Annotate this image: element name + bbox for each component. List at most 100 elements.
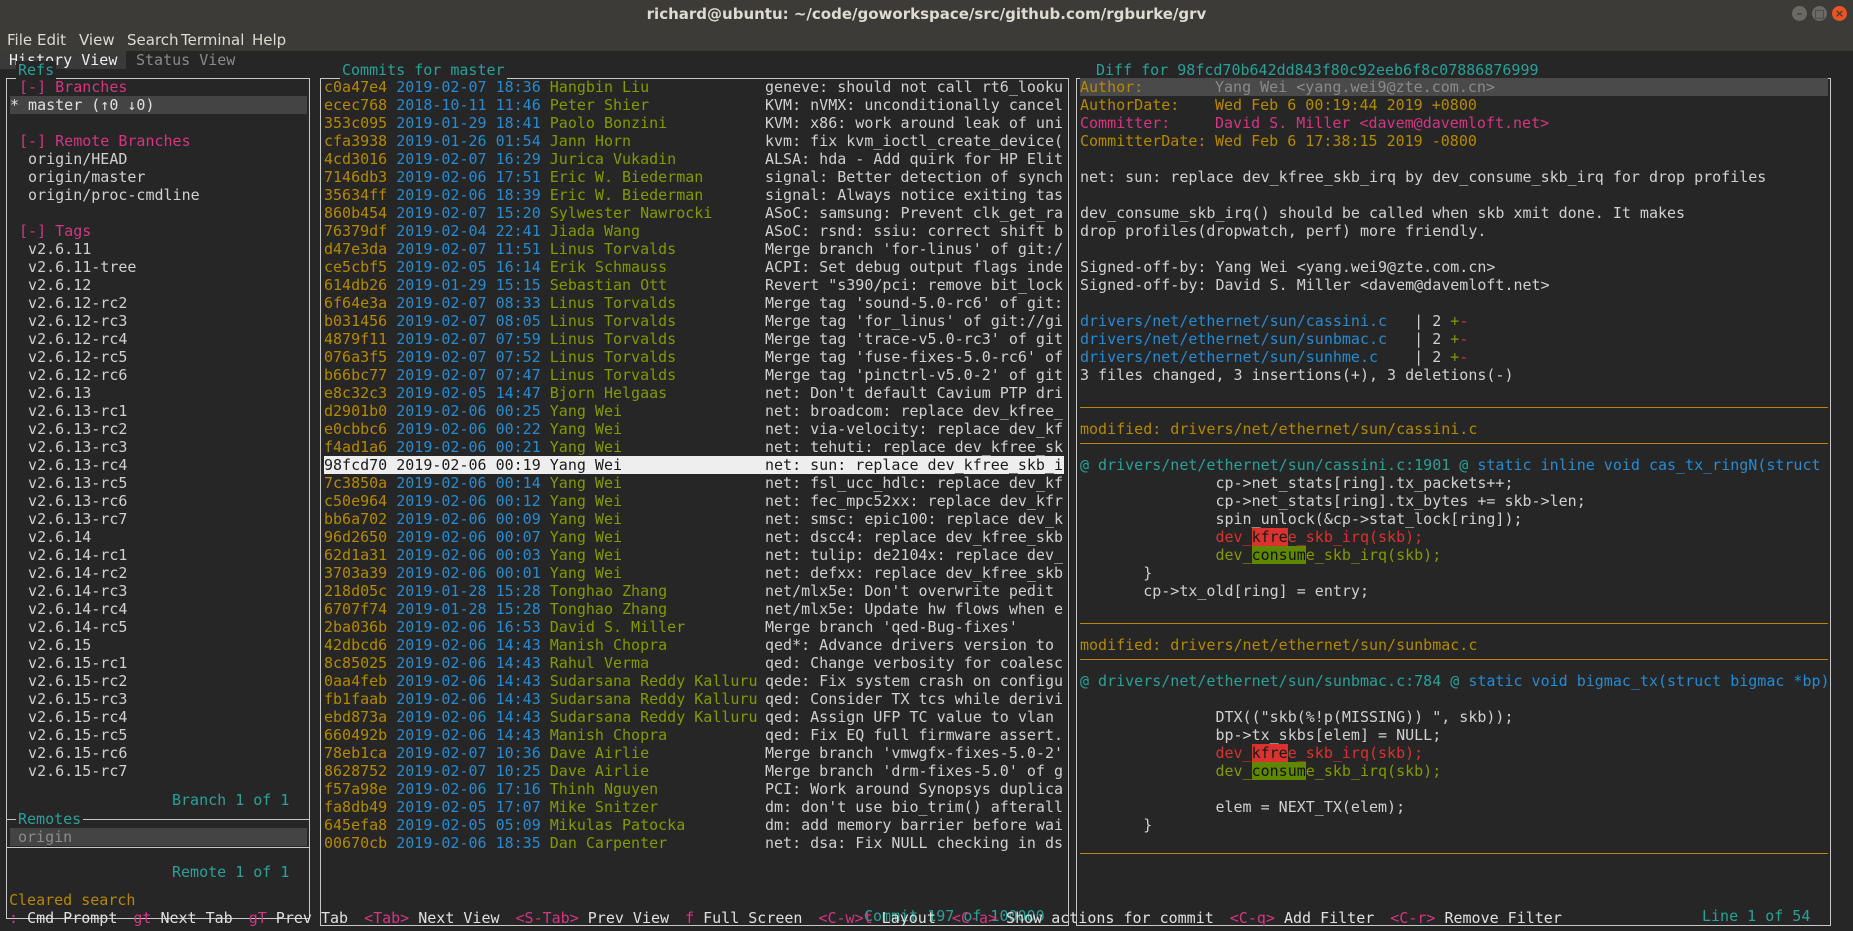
shortcut-item[interactable]: : Cmd Prompt xyxy=(9,909,117,927)
commit-row[interactable]: c50e964 2019-02-06 00:12 Yang Wei net: fe… xyxy=(324,492,1064,510)
commit-row[interactable]: e0cbbc6 2019-02-06 00:22 Yang Wei net: vi… xyxy=(324,420,1064,438)
shortcut-item[interactable]: gt Next Tab xyxy=(133,909,232,927)
terminal[interactable]: History View Status View Refs [-] Branch… xyxy=(0,51,1853,931)
shortcut-item[interactable]: <C-w>t Layout xyxy=(818,909,935,927)
tag-item[interactable]: v2.6.12-rc5 xyxy=(10,348,127,366)
commit-row[interactable]: f4ad1a6 2019-02-06 00:21 Yang Wei net: te… xyxy=(324,438,1064,456)
tag-item[interactable]: v2.6.15-rc7 xyxy=(10,762,127,780)
tag-item[interactable]: v2.6.15-rc3 xyxy=(10,690,127,708)
tag-item[interactable]: v2.6.15-rc5 xyxy=(10,726,127,744)
close-icon[interactable]: × xyxy=(1832,6,1847,21)
commit-row[interactable]: 7c3850a 2019-02-06 00:14 Yang Wei net: fs… xyxy=(324,474,1064,492)
remote-item-origin[interactable]: origin xyxy=(10,828,307,846)
commit-row[interactable]: ce5cbf5 2019-02-05 16:14 Erik Schmauss AC… xyxy=(324,258,1064,276)
tag-item[interactable]: v2.6.13-rc3 xyxy=(10,438,127,456)
tags-header[interactable]: [-] Tags xyxy=(10,222,91,240)
commit-row[interactable]: 4879f11 2019-02-07 07:59 Linus Torvalds M… xyxy=(324,330,1064,348)
branches-header[interactable]: [-] Branches xyxy=(10,78,127,96)
shortcut-item[interactable]: gT Prev Tab xyxy=(249,909,348,927)
shortcut-item[interactable]: <S-Tab> Prev View xyxy=(516,909,670,927)
shortcut-item[interactable]: <Tab> Next View xyxy=(364,909,499,927)
tag-item[interactable]: v2.6.14 xyxy=(10,528,91,546)
tag-item[interactable]: v2.6.11-tree xyxy=(10,258,136,276)
commit-row[interactable]: fa8db49 2019-02-05 17:07 Mike Snitzer dm:… xyxy=(324,798,1064,816)
menu-edit[interactable]: Edit xyxy=(37,31,66,49)
commit-row[interactable]: 8628752 2019-02-07 10:25 Dave Airlie Merg… xyxy=(324,762,1064,780)
commit-row[interactable]: 860b454 2019-02-07 15:20 Sylwester Nawro… xyxy=(324,204,1064,222)
tag-item[interactable]: v2.6.15-rc2 xyxy=(10,672,127,690)
commit-row[interactable]: 62d1a31 2019-02-06 00:03 Yang Wei net: tu… xyxy=(324,546,1064,564)
commit-row[interactable]: ebd873a 2019-02-06 14:43 Sudarsana Reddy… xyxy=(324,708,1064,726)
commit-row[interactable]: 6f64e3a 2019-02-07 08:33 Linus Torvalds M… xyxy=(324,294,1064,312)
commit-row[interactable]: 96d2650 2019-02-06 00:07 Yang Wei net: ds… xyxy=(324,528,1064,546)
tag-item[interactable]: v2.6.11 xyxy=(10,240,91,258)
tag-item[interactable]: v2.6.12-rc4 xyxy=(10,330,127,348)
commit-row[interactable]: 76379df 2019-02-04 22:41 Jiada Wang ASoC:… xyxy=(324,222,1064,240)
commit-row[interactable]: 7146db3 2019-02-06 17:51 Eric W. Biederm… xyxy=(324,168,1064,186)
commit-row[interactable]: 0aa4feb 2019-02-06 14:43 Sudarsana Reddy… xyxy=(324,672,1064,690)
commit-row[interactable]: c0a47e4 2019-02-07 18:36 Hangbin Liu gene… xyxy=(324,78,1064,96)
commit-row[interactable]: 218d05c 2019-01-28 15:28 Tonghao Zhang ne… xyxy=(324,582,1064,600)
tag-item[interactable]: v2.6.14-rc4 xyxy=(10,600,127,618)
menu-view[interactable]: View xyxy=(79,31,115,49)
commit-row[interactable]: ecec768 2018-10-11 11:46 Peter Shier KVM:… xyxy=(324,96,1064,114)
tag-item[interactable]: v2.6.14-rc5 xyxy=(10,618,127,636)
commit-row[interactable]: 2ba036b 2019-02-06 16:53 David S. Miller… xyxy=(324,618,1064,636)
tag-item[interactable]: v2.6.15 xyxy=(10,636,91,654)
menu-file[interactable]: File xyxy=(7,31,32,49)
commit-row[interactable]: 42dbcd6 2019-02-06 14:43 Manish Chopra qe… xyxy=(324,636,1064,654)
tag-item[interactable]: v2.6.15-rc6 xyxy=(10,744,127,762)
commit-row[interactable]: 645efa8 2019-02-05 05:09 Mikulas Patocka… xyxy=(324,816,1064,834)
commit-row[interactable]: 660492b 2019-02-06 14:43 Manish Chopra qe… xyxy=(324,726,1064,744)
shortcut-item[interactable]: <C-r> Remove Filter xyxy=(1390,909,1562,927)
commit-row[interactable]: cfa3938 2019-01-26 01:54 Jann Horn kvm: f… xyxy=(324,132,1064,150)
tag-item[interactable]: v2.6.12-rc2 xyxy=(10,294,127,312)
remote-branch-item[interactable]: origin/master xyxy=(10,168,145,186)
commit-row[interactable]: b66bc77 2019-02-07 07:47 Linus Torvalds M… xyxy=(324,366,1064,384)
tag-item[interactable]: v2.6.12-rc3 xyxy=(10,312,127,330)
minimize-icon[interactable]: – xyxy=(1792,6,1807,21)
tag-item[interactable]: v2.6.15-rc1 xyxy=(10,654,127,672)
tag-item[interactable]: v2.6.15-rc4 xyxy=(10,708,127,726)
commit-row[interactable]: 78eb1ca 2019-02-07 10:36 Dave Airlie Merg… xyxy=(324,744,1064,762)
tab-status-view[interactable]: Status View xyxy=(136,51,235,69)
shortcut-item[interactable]: <C-a> Show actions for commit xyxy=(952,909,1214,927)
tag-item[interactable]: v2.6.13-rc5 xyxy=(10,474,127,492)
commit-row[interactable]: b031456 2019-02-07 08:05 Linus Torvalds M… xyxy=(324,312,1064,330)
tag-item[interactable]: v2.6.14-rc3 xyxy=(10,582,127,600)
commit-row[interactable]: e8c32c3 2019-02-05 14:47 Bjorn Helgaas ne… xyxy=(324,384,1064,402)
remote-branch-item[interactable]: origin/HEAD xyxy=(10,150,127,168)
tag-item[interactable]: v2.6.14-rc2 xyxy=(10,564,127,582)
commit-row[interactable]: fb1faab 2019-02-06 14:43 Sudarsana Reddy… xyxy=(324,690,1064,708)
commit-row[interactable]: d47e3da 2019-02-07 11:51 Linus Torvalds M… xyxy=(324,240,1064,258)
tag-item[interactable]: v2.6.13-rc6 xyxy=(10,492,127,510)
menu-help[interactable]: Help xyxy=(252,31,286,49)
tag-item[interactable]: v2.6.12 xyxy=(10,276,91,294)
tag-item[interactable]: v2.6.13-rc1 xyxy=(10,402,127,420)
commit-row[interactable]: 614db26 2019-01-29 15:15 Sebastian Ott Re… xyxy=(324,276,1064,294)
commit-row[interactable]: bb6a702 2019-02-06 00:09 Yang Wei net: sm… xyxy=(324,510,1064,528)
shortcut-item[interactable]: <C-q> Add Filter xyxy=(1230,909,1375,927)
tag-item[interactable]: v2.6.14-rc1 xyxy=(10,546,127,564)
tag-item[interactable]: v2.6.12-rc6 xyxy=(10,366,127,384)
commit-row[interactable]: 35634ff 2019-02-06 18:39 Eric W. Biederm… xyxy=(324,186,1064,204)
diffstat-file[interactable]: drivers/net/ethernet/sun/sunbmac.c xyxy=(1080,330,1387,348)
remote-branches-header[interactable]: [-] Remote Branches xyxy=(10,132,191,150)
menu-terminal[interactable]: Terminal xyxy=(181,31,244,49)
tag-item[interactable]: v2.6.13-rc4 xyxy=(10,456,127,474)
commit-row[interactable]: 4cd3016 2019-02-07 16:29 Jurica Vukadin A… xyxy=(324,150,1064,168)
tag-item[interactable]: v2.6.13-rc2 xyxy=(10,420,127,438)
menu-search[interactable]: Search xyxy=(127,31,179,49)
commit-row[interactable]: 00670cb 2019-02-06 18:35 Dan Carpenter ne… xyxy=(324,834,1064,852)
commit-row[interactable]: 6707f74 2019-01-28 15:28 Tonghao Zhang ne… xyxy=(324,600,1064,618)
tag-item[interactable]: v2.6.13-rc7 xyxy=(10,510,127,528)
branch-item-master[interactable]: * master (↑0 ↓0) xyxy=(10,96,307,114)
remote-branch-item[interactable]: origin/proc-cmdline xyxy=(10,186,200,204)
commit-row[interactable]: f57a98e 2019-02-06 17:16 Thinh Nguyen PCI… xyxy=(324,780,1064,798)
commit-row[interactable]: d2901b0 2019-02-06 00:25 Yang Wei net: br… xyxy=(324,402,1064,420)
maximize-icon[interactable]: □ xyxy=(1812,6,1827,21)
commit-row[interactable]: 8c85025 2019-02-06 14:43 Rahul Verma qed:… xyxy=(324,654,1064,672)
diff-author-row[interactable]: Author: Yang Wei <yang.wei9@zte.com.cn> xyxy=(1080,78,1828,96)
diffstat-file[interactable]: drivers/net/ethernet/sun/sunhme.c xyxy=(1080,348,1378,366)
commit-row[interactable]: 353c095 2019-01-29 18:41 Paolo Bonzini KV… xyxy=(324,114,1064,132)
